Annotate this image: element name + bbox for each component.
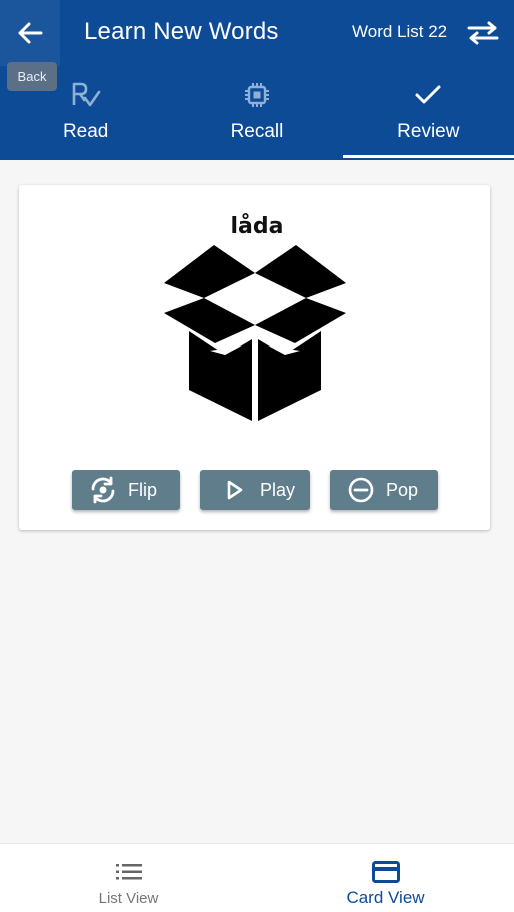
bottom-navigation: List View Card View bbox=[0, 843, 514, 912]
active-tab-indicator bbox=[342, 155, 514, 158]
tab-review-label: Review bbox=[397, 121, 460, 142]
nav-card-view-label: Card View bbox=[346, 888, 425, 907]
chip-icon bbox=[244, 83, 269, 107]
page-title: Learn New Words bbox=[84, 18, 279, 45]
nav-list-view-label: List View bbox=[98, 890, 159, 907]
flip-button[interactable]: Flip bbox=[72, 470, 180, 510]
flip-camera-icon bbox=[91, 476, 115, 504]
open-box-icon bbox=[164, 245, 346, 421]
list-icon bbox=[115, 864, 142, 880]
word-text: låda bbox=[230, 214, 284, 239]
swap-arrows-icon bbox=[467, 21, 499, 45]
nav-card-view[interactable]: Card View bbox=[257, 844, 514, 912]
nav-list-view[interactable]: List View bbox=[0, 844, 257, 912]
app-bar: Learn New Words Word List 22 Read Recall… bbox=[0, 0, 514, 160]
check-icon bbox=[415, 85, 441, 104]
pop-button-label: Pop bbox=[386, 479, 419, 500]
back-tooltip: Back bbox=[7, 62, 57, 91]
tab-bar: Read Recall Review bbox=[0, 70, 514, 160]
swap-button[interactable] bbox=[462, 16, 504, 50]
card-icon bbox=[371, 861, 400, 883]
arrow-left-icon bbox=[18, 22, 43, 44]
word-list-label[interactable]: Word List 22 bbox=[352, 22, 447, 42]
play-button-label: Play bbox=[260, 479, 296, 500]
play-button[interactable]: Play bbox=[200, 470, 310, 510]
play-icon bbox=[227, 480, 243, 500]
flip-button-label: Flip bbox=[128, 479, 158, 500]
minus-circle-icon bbox=[348, 477, 374, 503]
back-button[interactable] bbox=[0, 0, 60, 66]
tab-recall[interactable]: Recall bbox=[171, 70, 342, 160]
pop-button[interactable]: Pop bbox=[330, 470, 438, 510]
tab-read-label: Read bbox=[62, 121, 109, 142]
tab-recall-label: Recall bbox=[230, 121, 284, 142]
rx-check-icon bbox=[72, 82, 100, 107]
card-actions: Flip Play Pop bbox=[0, 470, 514, 510]
tab-review[interactable]: Review bbox=[342, 70, 514, 160]
